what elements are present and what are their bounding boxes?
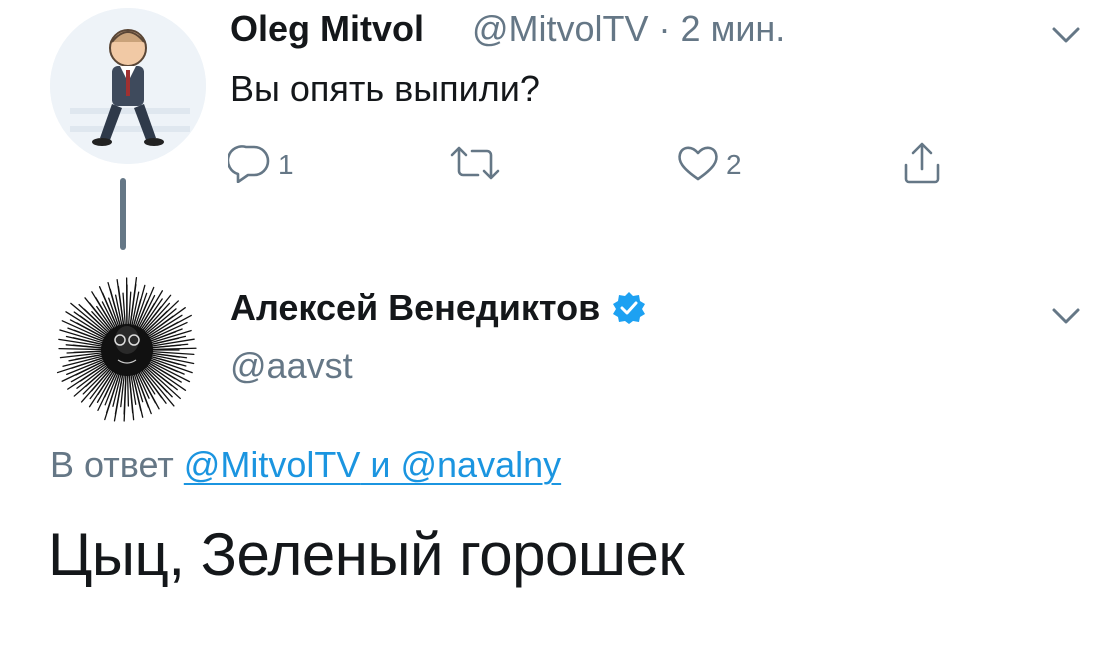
reply-context: В ответ @MitvolTV и @navalny (50, 444, 561, 486)
reply-prefix: В ответ (50, 444, 174, 485)
tweet2-text: Цыц, Зеленый горошек (48, 521, 685, 588)
tweet2-author-name[interactable]: Алексей Венедиктов (230, 287, 600, 329)
reply-joiner: и (360, 444, 401, 485)
chevron-down-icon[interactable] (1046, 295, 1086, 335)
avatar-oleg-mitvol[interactable] (50, 8, 206, 164)
mention-link-navalny[interactable]: @navalny (400, 444, 561, 485)
tweet1-handle-time[interactable]: @MitvolTV · 2 мин. (472, 8, 785, 50)
retweet-button[interactable] (448, 142, 502, 188)
tweet1-text: Вы опять выпили? (230, 68, 540, 109)
reply-button[interactable]: 1 (226, 142, 294, 188)
tweet2-handle[interactable]: @aavst (230, 345, 353, 387)
like-count: 2 (726, 149, 742, 180)
thread-connector-line (120, 178, 126, 250)
share-icon (900, 141, 944, 190)
reply-count: 1 (278, 149, 294, 180)
mention-link-mitvoltv[interactable]: @MitvolTV (184, 444, 361, 485)
like-button[interactable]: 2 (676, 142, 742, 188)
chevron-down-icon[interactable] (1046, 14, 1086, 54)
share-button[interactable] (900, 142, 944, 188)
verified-badge-icon (612, 291, 646, 325)
reply-icon (226, 143, 272, 188)
tweet2-author[interactable]: Алексей Венедиктов (230, 287, 646, 329)
heart-icon (676, 143, 720, 188)
tweet1-author-name[interactable]: Oleg Mitvol (230, 8, 424, 50)
avatar-aleksey-venediktov[interactable] (48, 268, 206, 426)
retweet-icon (448, 143, 502, 188)
